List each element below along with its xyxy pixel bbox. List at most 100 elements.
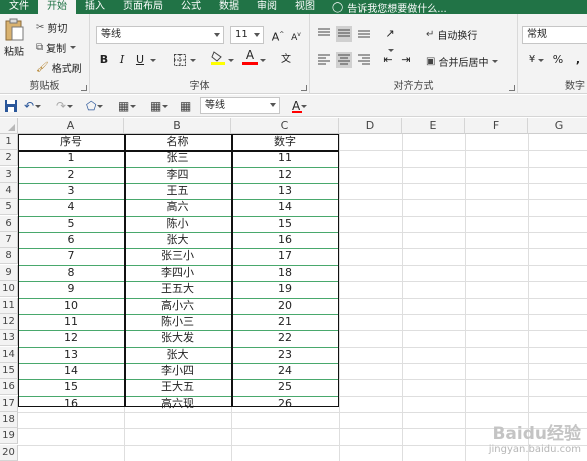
cell-index[interactable]: 14 bbox=[18, 363, 124, 379]
row-header[interactable]: 11 bbox=[0, 297, 18, 314]
percent-button[interactable]: % bbox=[550, 52, 566, 68]
format-painter-button[interactable]: 🖌 格式刷 bbox=[36, 60, 82, 75]
cell-name[interactable]: 李四小 bbox=[124, 265, 231, 281]
cell-index[interactable]: 13 bbox=[18, 347, 124, 363]
wrap-text-button[interactable]: ↵ 自动换行 bbox=[426, 27, 477, 42]
tab-insert[interactable]: 插入 bbox=[76, 0, 114, 14]
borders-qat-icon[interactable]: ▦ bbox=[118, 98, 137, 114]
row-header[interactable]: 20 bbox=[0, 444, 18, 461]
cell-number[interactable]: 12 bbox=[231, 167, 339, 183]
cell-number[interactable]: 22 bbox=[231, 330, 339, 346]
row-header[interactable]: 15 bbox=[0, 362, 18, 379]
cell-index[interactable]: 3 bbox=[18, 183, 124, 199]
cell-name[interactable]: 张三 bbox=[124, 150, 231, 166]
cell-name[interactable]: 张大 bbox=[124, 347, 231, 363]
decrease-font-icon[interactable]: Av bbox=[288, 27, 304, 43]
cell-index[interactable]: 7 bbox=[18, 248, 124, 264]
tab-home[interactable]: 开始 bbox=[38, 0, 76, 14]
cell-name[interactable]: 张大发 bbox=[124, 330, 231, 346]
qat-font-combo[interactable]: 等线 bbox=[200, 97, 280, 114]
tab-formulas[interactable]: 公式 bbox=[172, 0, 210, 14]
paste-button[interactable]: 粘贴 bbox=[3, 18, 25, 58]
cell-name[interactable]: 陈小三 bbox=[124, 314, 231, 330]
dialog-launcher-icon[interactable] bbox=[81, 85, 87, 91]
borders-dropdown[interactable] bbox=[188, 52, 196, 68]
dialog-launcher-icon[interactable] bbox=[509, 85, 515, 91]
row-header[interactable]: 10 bbox=[0, 281, 18, 298]
fill-color-dropdown[interactable] bbox=[226, 52, 234, 68]
column-header-b[interactable]: B bbox=[124, 118, 231, 134]
cell-number[interactable]: 26 bbox=[231, 396, 339, 412]
row-header[interactable]: 5 bbox=[0, 199, 18, 216]
font-size-combo[interactable]: 11 bbox=[230, 26, 264, 44]
header-cell-number[interactable]: 数字 bbox=[231, 134, 339, 150]
bold-button[interactable]: B bbox=[96, 52, 112, 68]
row-header[interactable]: 16 bbox=[0, 379, 18, 396]
increase-indent-icon[interactable]: ⇥ bbox=[398, 52, 414, 68]
cell-name[interactable]: 李小四 bbox=[124, 363, 231, 379]
select-all-corner[interactable] bbox=[0, 118, 18, 134]
cell-number[interactable]: 11 bbox=[231, 150, 339, 166]
row-header[interactable]: 19 bbox=[0, 428, 18, 445]
cell-number[interactable]: 25 bbox=[231, 379, 339, 395]
cell-index[interactable]: 12 bbox=[18, 330, 124, 346]
column-header-e[interactable]: E bbox=[402, 118, 465, 134]
header-cell-name[interactable]: 名称 bbox=[124, 134, 231, 150]
cell-number[interactable]: 19 bbox=[231, 281, 339, 297]
currency-dropdown[interactable] bbox=[536, 52, 544, 68]
cell-number[interactable]: 21 bbox=[231, 314, 339, 330]
row-header[interactable]: 12 bbox=[0, 313, 18, 330]
cell-index[interactable]: 2 bbox=[18, 167, 124, 183]
merge-center-button[interactable]: ▣ 合并后居中 bbox=[426, 54, 499, 69]
calendar-icon[interactable]: ▦ bbox=[180, 98, 191, 114]
row-header[interactable]: 13 bbox=[0, 330, 18, 347]
row-header[interactable]: 18 bbox=[0, 411, 18, 428]
cell-name[interactable]: 王五大 bbox=[124, 281, 231, 297]
cell-number[interactable]: 20 bbox=[231, 298, 339, 314]
align-right-icon[interactable] bbox=[356, 52, 372, 68]
row-header[interactable]: 4 bbox=[0, 183, 18, 200]
save-icon[interactable] bbox=[4, 98, 18, 114]
dialog-launcher-icon[interactable] bbox=[301, 85, 307, 91]
cell-index[interactable]: 5 bbox=[18, 216, 124, 232]
underline-dropdown[interactable] bbox=[148, 52, 156, 68]
cell-name[interactable]: 高小六 bbox=[124, 298, 231, 314]
cell-index[interactable]: 15 bbox=[18, 379, 124, 395]
column-header-f[interactable]: F bbox=[465, 118, 528, 134]
phonetic-icon[interactable]: 文 bbox=[278, 52, 294, 68]
column-header-a[interactable]: A bbox=[18, 118, 124, 134]
cell-number[interactable]: 16 bbox=[231, 232, 339, 248]
increase-font-icon[interactable]: A^ bbox=[270, 27, 286, 44]
column-header-d[interactable]: D bbox=[339, 118, 402, 134]
comma-button[interactable]: , bbox=[570, 52, 586, 68]
cell-number[interactable]: 18 bbox=[231, 265, 339, 281]
shapes-icon[interactable]: ⬠ bbox=[86, 98, 104, 114]
cell-index[interactable]: 11 bbox=[18, 314, 124, 330]
cell-number[interactable]: 24 bbox=[231, 363, 339, 379]
align-middle-icon[interactable] bbox=[336, 26, 352, 42]
tab-page-layout[interactable]: 页面布局 bbox=[114, 0, 172, 14]
cell-number[interactable]: 15 bbox=[231, 216, 339, 232]
cell-number[interactable]: 13 bbox=[231, 183, 339, 199]
row-header[interactable]: 14 bbox=[0, 346, 18, 363]
tell-me-search[interactable]: ◯ 告诉我您想要做什么... bbox=[332, 0, 447, 15]
table-qat-icon[interactable]: ▦ bbox=[150, 98, 169, 114]
decrease-indent-icon[interactable]: ⇤ bbox=[380, 52, 396, 68]
align-center-icon[interactable] bbox=[336, 52, 352, 68]
orientation-icon[interactable]: ↗ bbox=[382, 26, 398, 52]
cell-grid[interactable]: 序号 名称 数字 1 张三 11 2 李四 12 3 王五 13 4 高六 14 5 陈小 15 6 张大 16 7… bbox=[18, 134, 587, 461]
row-header[interactable]: 7 bbox=[0, 232, 18, 249]
align-bottom-icon[interactable] bbox=[356, 26, 372, 42]
tab-data[interactable]: 数据 bbox=[210, 0, 248, 14]
underline-button[interactable]: U bbox=[132, 52, 148, 68]
font-name-combo[interactable]: 等线 bbox=[96, 26, 224, 44]
cell-name[interactable]: 王五 bbox=[124, 183, 231, 199]
header-cell-index[interactable]: 序号 bbox=[18, 134, 124, 150]
cell-name[interactable]: 高六现 bbox=[124, 396, 231, 412]
row-header[interactable]: 17 bbox=[0, 395, 18, 412]
row-header[interactable]: 3 bbox=[0, 166, 18, 183]
cell-name[interactable]: 王大五 bbox=[124, 379, 231, 395]
cut-button[interactable]: ✂ 剪切 bbox=[36, 20, 67, 35]
align-left-icon[interactable] bbox=[316, 52, 332, 68]
column-header-c[interactable]: C bbox=[231, 118, 339, 134]
